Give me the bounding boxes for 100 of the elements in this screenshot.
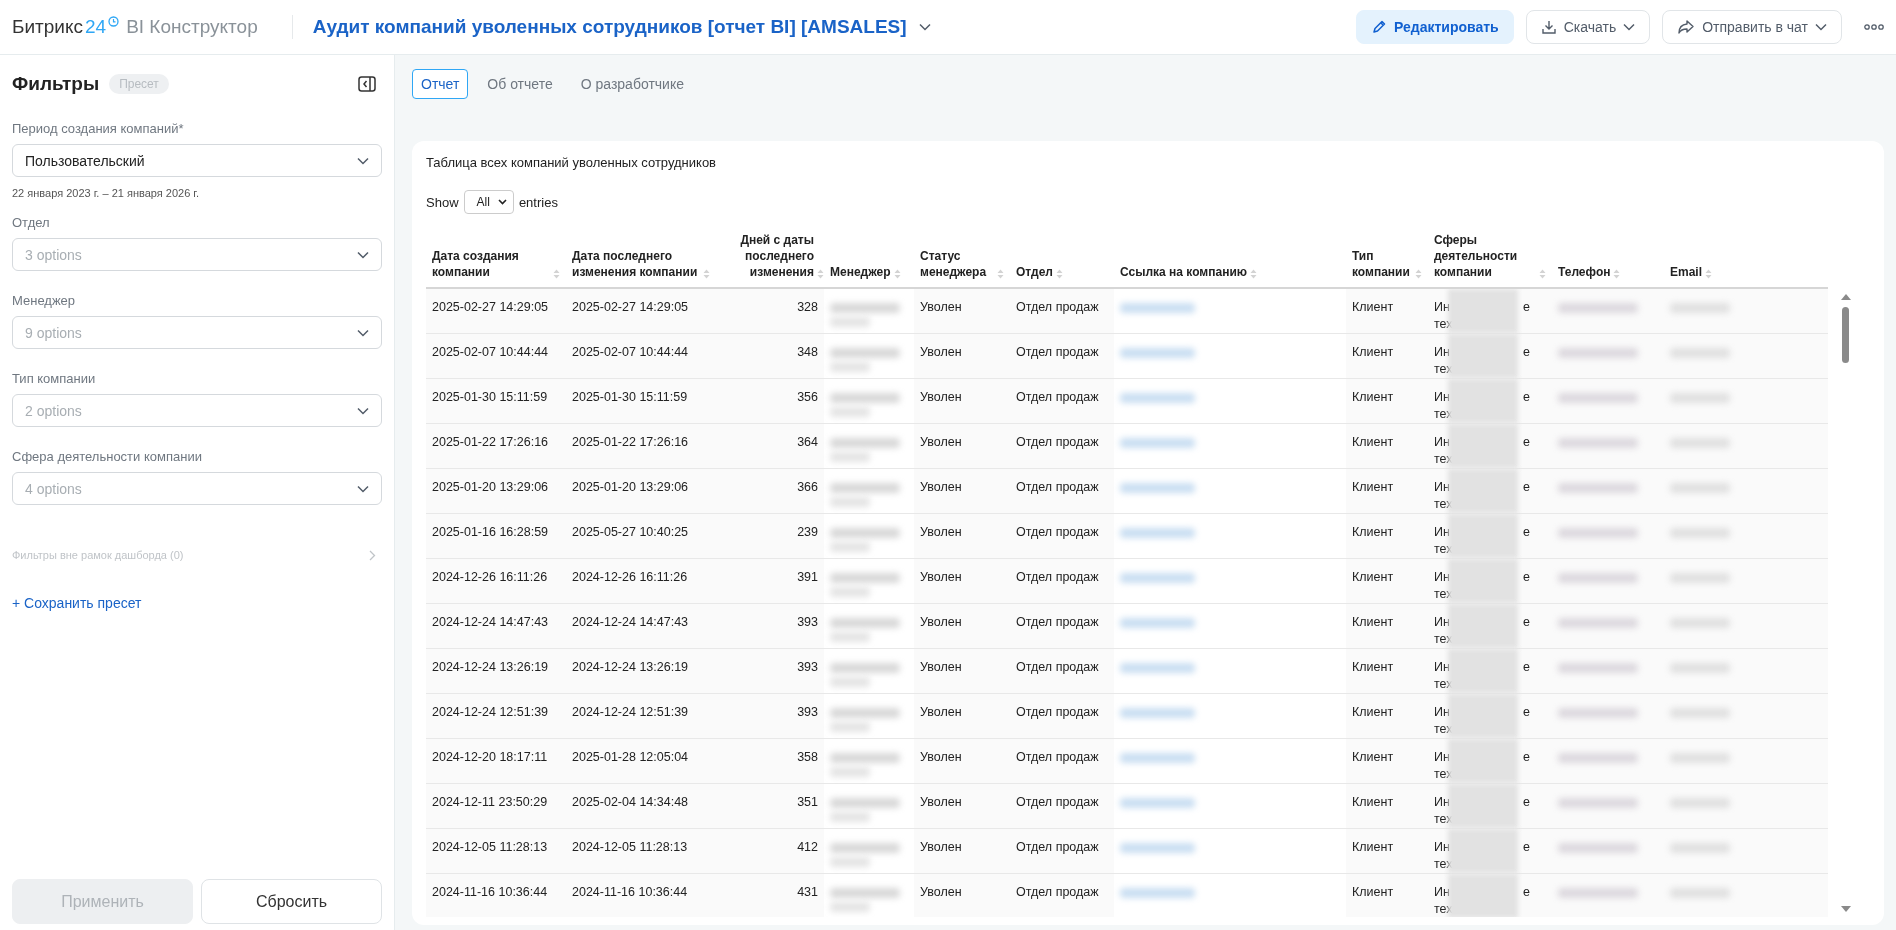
sort-icon <box>1613 268 1621 279</box>
table-cell-text: 2024-12-26 16:11:26 <box>431 568 549 586</box>
chevron-down-icon <box>918 23 931 31</box>
blurred-link[interactable] <box>1120 887 1195 898</box>
table-cell-text: Клиент <box>1351 703 1395 721</box>
table-cell-text: Уволен <box>919 298 963 316</box>
reset-button[interactable]: Сбросить <box>201 879 382 924</box>
blurred-link[interactable] <box>1120 347 1195 358</box>
table-cell-text: Клиент <box>1351 523 1395 541</box>
table-cell-text: 366 <box>796 478 819 496</box>
blurred-link[interactable] <box>1120 572 1195 583</box>
table-cell-text: е <box>1523 658 1530 676</box>
table-cell-text: 431 <box>796 883 819 901</box>
filter-label: Менеджер <box>12 293 77 308</box>
blurred-text <box>830 527 900 538</box>
table-cell-text: 2024-12-05 11:28:13 <box>431 838 549 856</box>
table-cell-text: е <box>1523 883 1530 901</box>
table-cell-text: Отдел продаж <box>1015 568 1100 586</box>
chevron-down-icon <box>357 156 369 165</box>
blurred-link[interactable] <box>1120 392 1195 403</box>
filter-label: Период создания компаний* <box>12 121 185 136</box>
report-title[interactable]: Аудит компаний уволенных сотрудников [отчет BI] [AMSALES] <box>312 16 907 38</box>
table-cell-text: Отдел продаж <box>1015 793 1100 811</box>
sort-icon <box>703 268 710 279</box>
blurred-link[interactable] <box>1120 752 1195 763</box>
table-cell-text: Уволен <box>919 523 963 541</box>
blurred-text <box>830 572 900 583</box>
sort-icon <box>553 268 560 279</box>
sort-icon <box>1539 268 1546 279</box>
blurred-text <box>830 392 900 403</box>
blurred-link[interactable] <box>1120 482 1195 493</box>
table-cell-text: Клиент <box>1351 838 1395 856</box>
table-cell-text: 328 <box>796 298 819 316</box>
table-cell-text: Ин <box>1434 658 1450 676</box>
table-cell-text: е <box>1523 298 1530 316</box>
chevron-down-icon <box>357 250 369 259</box>
table-cell-text: 2025-02-07 10:44:44 <box>431 343 550 361</box>
table-cell-text: Клиент <box>1351 748 1395 766</box>
filter-dropdown[interactable]: Пользовательский <box>12 144 382 177</box>
scroll-down-icon[interactable] <box>1840 905 1852 913</box>
table-cell-text: Уволен <box>919 388 963 406</box>
table-cell-text: 2024-12-24 12:51:39 <box>431 703 550 721</box>
table-cell-text: 2025-01-20 13:29:06 <box>431 478 550 496</box>
table-cell-text: 2025-01-30 15:11:59 <box>431 388 549 406</box>
more-icon[interactable] <box>1864 24 1884 30</box>
table-cell-text: Отдел продаж <box>1015 838 1100 856</box>
blurred-link[interactable] <box>1120 842 1195 853</box>
edit-button[interactable]: Редактировать <box>1355 10 1514 44</box>
blurred-text <box>830 617 900 628</box>
filter-label: Тип компании <box>12 371 97 386</box>
table-cell-text: 393 <box>796 658 819 676</box>
blurred-link[interactable] <box>1120 662 1195 673</box>
table-cell-text: Клиент <box>1351 658 1395 676</box>
tab[interactable]: Об отчете <box>478 69 562 99</box>
table-cell-text: 2025-01-30 15:11:59 <box>571 388 689 406</box>
table-cell: тех <box>1434 497 1453 512</box>
share-button[interactable]: Отправить в чат <box>1662 10 1842 44</box>
save-preset-link[interactable]: + Сохранить пресет <box>12 595 142 611</box>
blurred-link[interactable] <box>1120 707 1195 718</box>
table-cell-text: Клиент <box>1351 478 1395 496</box>
tab[interactable]: О разработчике <box>571 69 693 99</box>
chevron-down-icon <box>357 406 369 415</box>
tab[interactable]: Отчет <box>412 69 469 99</box>
blurred-link[interactable] <box>1120 437 1195 448</box>
filters-title: Фильтры <box>12 73 100 95</box>
table-cell-text: 358 <box>796 748 819 766</box>
show-label: Show <box>426 194 459 210</box>
table-cell-text: Отдел продаж <box>1015 343 1100 361</box>
table-cell: тех <box>1434 632 1453 647</box>
scroll-up-icon[interactable] <box>1840 292 1852 301</box>
logo-number: 24 <box>85 16 107 38</box>
table-cell-text: е <box>1523 838 1530 856</box>
blurred-text <box>830 797 900 808</box>
download-button[interactable]: Скачать <box>1525 10 1651 44</box>
table-cell-text: Отдел продаж <box>1015 523 1100 541</box>
blurred-link[interactable] <box>1120 527 1195 538</box>
table-cell: тех <box>1434 452 1453 467</box>
table-cell-text: е <box>1523 478 1530 496</box>
table-cell-text: Отдел продаж <box>1015 883 1100 901</box>
blurred-link[interactable] <box>1120 302 1195 313</box>
table-cell-text: Уволен <box>919 703 963 721</box>
table-cell-text: 2024-12-26 16:11:26 <box>571 568 689 586</box>
table-cell-text: Отдел продаж <box>1015 298 1100 316</box>
table-cell-text: Клиент <box>1351 568 1395 586</box>
table-cell-text: 2024-12-24 13:26:19 <box>571 658 690 676</box>
table-cell-text: Отдел продаж <box>1015 658 1100 676</box>
table-cell-text: Клиент <box>1351 883 1395 901</box>
blurred-link[interactable] <box>1120 797 1195 808</box>
blurred-link[interactable] <box>1120 617 1195 628</box>
table-cell-text: 391 <box>796 568 819 586</box>
table-cell-text: 348 <box>796 343 819 361</box>
blurred-text <box>830 752 900 763</box>
product-name: BI Конструктор <box>126 16 258 38</box>
page-length-select[interactable]: All <box>463 190 514 214</box>
table-cell-text: Уволен <box>919 433 963 451</box>
table-cell-text: Клиент <box>1351 613 1395 631</box>
collapse-panel-icon[interactable] <box>358 76 376 92</box>
scroll-thumb[interactable] <box>1842 306 1849 363</box>
table-cell-text: 2024-12-05 11:28:13 <box>571 838 689 856</box>
table-cell-text: е <box>1523 613 1530 631</box>
